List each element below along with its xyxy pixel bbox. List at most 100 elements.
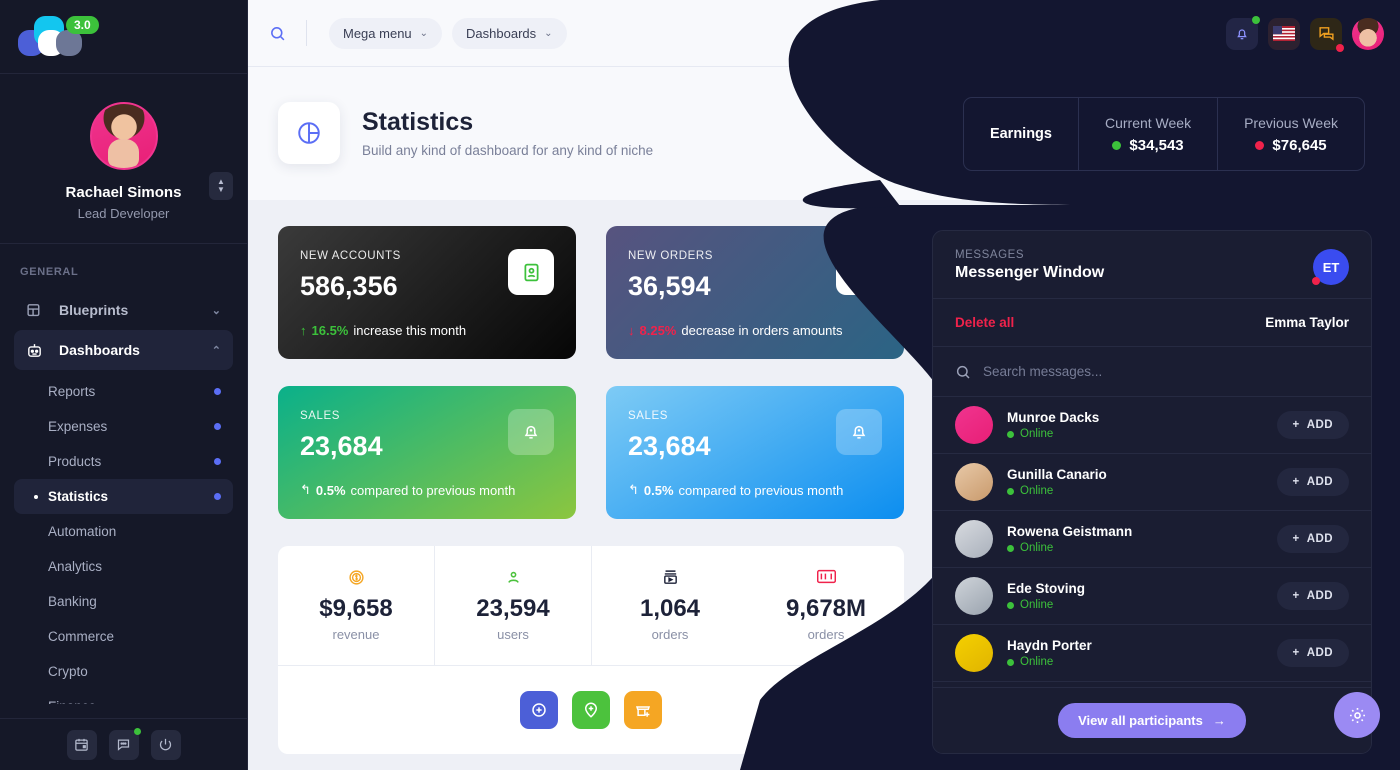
delete-all-button[interactable]: Delete all [955,315,1014,330]
kpi-value: 9,678M [785,595,867,622]
status-dot [1312,277,1320,285]
menu-label: Dashboards [466,25,537,41]
avatar [89,102,158,170]
sidebar-item-finance[interactable]: Finance [14,689,233,704]
status-dot [1007,658,1014,666]
sidebar-item-blueprints[interactable]: Blueprints ⌄ [14,290,233,330]
version-badge: 3.0 [66,15,99,34]
messages-button[interactable] [1310,17,1344,52]
messenger-user-badge[interactable]: ET [1312,249,1349,285]
sidebar-item-banking[interactable]: Banking [14,584,233,619]
sidebar-item-dashboards[interactable]: Dashboards ⌃ [14,330,233,370]
list-item[interactable]: Ede Stoving Online + ADD [933,568,1371,625]
mega-menu-button[interactable]: Mega menu ⌄ [329,17,443,49]
add-contact-button[interactable]: + ADD [1276,525,1349,553]
location-button[interactable] [572,691,610,729]
power-icon [159,738,172,751]
power-button[interactable] [150,729,181,760]
sidebar-item-label: Reports [48,384,96,399]
messenger-kicker: MESSAGES [955,249,1025,261]
stat-foot-text: decrease in orders amounts [681,323,843,338]
messenger-title: Messenger Window [955,264,1105,281]
search-button[interactable] [248,25,306,42]
menu-label: Mega menu [343,25,412,41]
language-button[interactable] [1268,17,1300,50]
settings-fab-button[interactable] [1334,692,1380,738]
list-item[interactable]: Munroe Dacks Online + ADD [933,397,1371,454]
stat-card-sales-green[interactable]: SALES 23,684 ↰ 0.5% compared to previous… [278,386,576,519]
chevron-down-icon: ▼ [217,185,225,194]
avatar [955,463,993,501]
sidebar-item-expenses[interactable]: Expenses [14,409,233,444]
contact-status: Online [1007,485,1263,497]
search-input[interactable] [983,364,1349,379]
list-item[interactable]: Gunilla Canario Online + ADD [933,454,1371,511]
trend-flat-icon: ↰ [628,482,639,497]
flag-us-icon [1273,26,1295,41]
profile-role: Lead Developer [77,206,170,221]
chevron-down-icon: ⌄ [419,27,429,39]
plus-icon: + [1292,476,1300,488]
sidebar-item-crypto[interactable]: Crypto [14,654,233,689]
sidebar-item-commerce[interactable]: Commerce [14,619,233,654]
stat-card-new-accounts[interactable]: NEW ACCOUNTS 586,356 ↑ 16.5% increase th… [278,226,576,359]
sidebar-item-statistics[interactable]: Statistics [14,479,233,514]
chat-button[interactable] [108,727,141,760]
kpi-value: $9,658 [319,595,393,622]
search-icon [270,26,284,40]
list-item[interactable]: Haydn Porter Online + ADD [933,625,1371,682]
brand-logo[interactable]: 3.0 [0,0,247,74]
map-pin-icon [584,702,598,718]
dashboards-menu-button[interactable]: Dashboards ⌄ [452,17,567,49]
stat-card-sales-blue[interactable]: SALES 23,684 ↰ 0.5% compared to previous… [606,386,904,519]
status-dot [1007,430,1014,438]
messenger-search[interactable] [933,347,1371,397]
sidebar-item-automation[interactable]: Automation [14,514,233,549]
sidebar-item-analytics[interactable]: Analytics [14,549,233,584]
status-dot [214,458,221,465]
notifications-button[interactable] [1226,15,1260,50]
add-contact-button[interactable]: + ADD [1276,468,1349,496]
sidebar-item-label: Dashboards [59,342,140,358]
sidebar-item-reports[interactable]: Reports [14,374,233,409]
view-all-participants-button[interactable]: View all participants → [1058,703,1246,738]
add-label: ADD [1306,590,1333,602]
trend-down-icon: ↓ [628,323,635,338]
kpi-orders-1: 1,064 orders [591,546,748,665]
contact-status: Online [1007,542,1263,554]
badge-initials: ET [1322,259,1340,275]
messenger-footer: View all participants → [933,687,1371,753]
contact-name: Munroe Dacks [1007,410,1100,425]
earnings-widget: Earnings Current Week $34,543 Previous W… [962,97,1365,171]
stat-card-new-orders[interactable]: NEW ORDERS 36,594 ↓ 8.25% decrease in or… [606,226,904,359]
calendar-button[interactable] [66,729,97,760]
profile-switch-button[interactable]: ▲ ▼ [209,172,233,200]
plus-circle-icon [532,703,546,717]
search-icon [956,365,970,379]
pie-chart-icon [298,122,320,144]
robot-icon [26,341,48,359]
sidebar-item-products[interactable]: Products [14,444,233,479]
store-add-button[interactable] [624,691,662,729]
chevron-up-icon: ⌃ [211,344,221,357]
sidebar-subnav: Reports Expenses Products Statistics Aut… [14,370,233,704]
kpi-revenue: $9,658 revenue [278,546,434,665]
add-button[interactable] [520,691,558,729]
earnings-title-cell: Earnings [964,98,1078,170]
add-label: ADD [1306,476,1333,488]
earnings-value: $34,543 [1129,136,1184,154]
user-avatar[interactable] [1352,17,1384,50]
sidebar-item-label: Expenses [48,419,108,434]
plus-icon: + [1292,590,1300,602]
kpi-action-row [278,666,904,754]
add-contact-button[interactable]: + ADD [1276,411,1349,439]
add-contact-button[interactable]: + ADD [1276,582,1349,610]
sidebar-item-label: Crypto [48,664,88,679]
contact-name: Gunilla Canario [1007,467,1107,482]
messenger-header: MESSAGES Messenger Window ET [933,231,1371,299]
list-item[interactable]: Rowena Geistmann Online + ADD [933,511,1371,568]
person-icon [505,569,522,591]
add-contact-button[interactable]: + ADD [1276,639,1349,667]
stat-footer: ↰ 0.5% compared to previous month [628,482,843,498]
contact-list[interactable]: Munroe Dacks Online + ADD Gunilla Canari… [933,397,1371,687]
